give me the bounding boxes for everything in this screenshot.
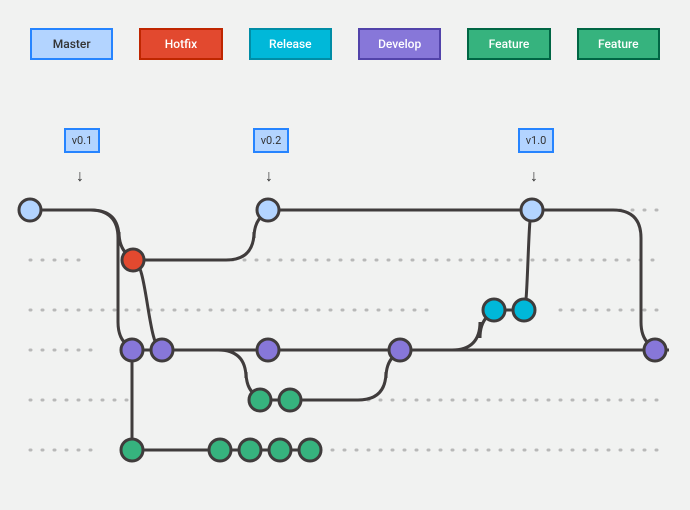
branch-label: Master	[53, 37, 91, 51]
commit-node	[19, 199, 41, 221]
commit-node	[389, 339, 411, 361]
commit-node	[257, 199, 279, 221]
commit-node	[121, 339, 143, 361]
commit-node	[209, 439, 231, 461]
commit-node	[513, 299, 535, 321]
branch-legend: Master Hotfix Release Develop Feature Fe…	[0, 0, 690, 70]
branch-box-master: Master	[30, 28, 113, 60]
branch-box-feature: Feature	[577, 28, 660, 60]
commit-node	[483, 299, 505, 321]
branch-box-hotfix: Hotfix	[139, 28, 222, 60]
commit-node	[249, 389, 271, 411]
branch-label: Hotfix	[165, 37, 197, 51]
commit-node	[151, 339, 173, 361]
branch-box-feature: Feature	[467, 28, 550, 60]
commit-node	[269, 439, 291, 461]
gitflow-graph	[0, 120, 690, 510]
branch-label: Develop	[378, 37, 421, 51]
branch-label: Feature	[598, 37, 639, 51]
commit-node	[122, 249, 144, 271]
branch-label: Release	[269, 37, 312, 51]
commit-node	[279, 389, 301, 411]
commit-node	[121, 439, 143, 461]
branch-label: Feature	[489, 37, 530, 51]
branch-box-release: Release	[249, 28, 332, 60]
commit-node	[644, 339, 666, 361]
commit-node	[257, 339, 279, 361]
commit-node	[521, 199, 543, 221]
commit-node	[299, 439, 321, 461]
branch-box-develop: Develop	[358, 28, 441, 60]
commit-node	[239, 439, 261, 461]
